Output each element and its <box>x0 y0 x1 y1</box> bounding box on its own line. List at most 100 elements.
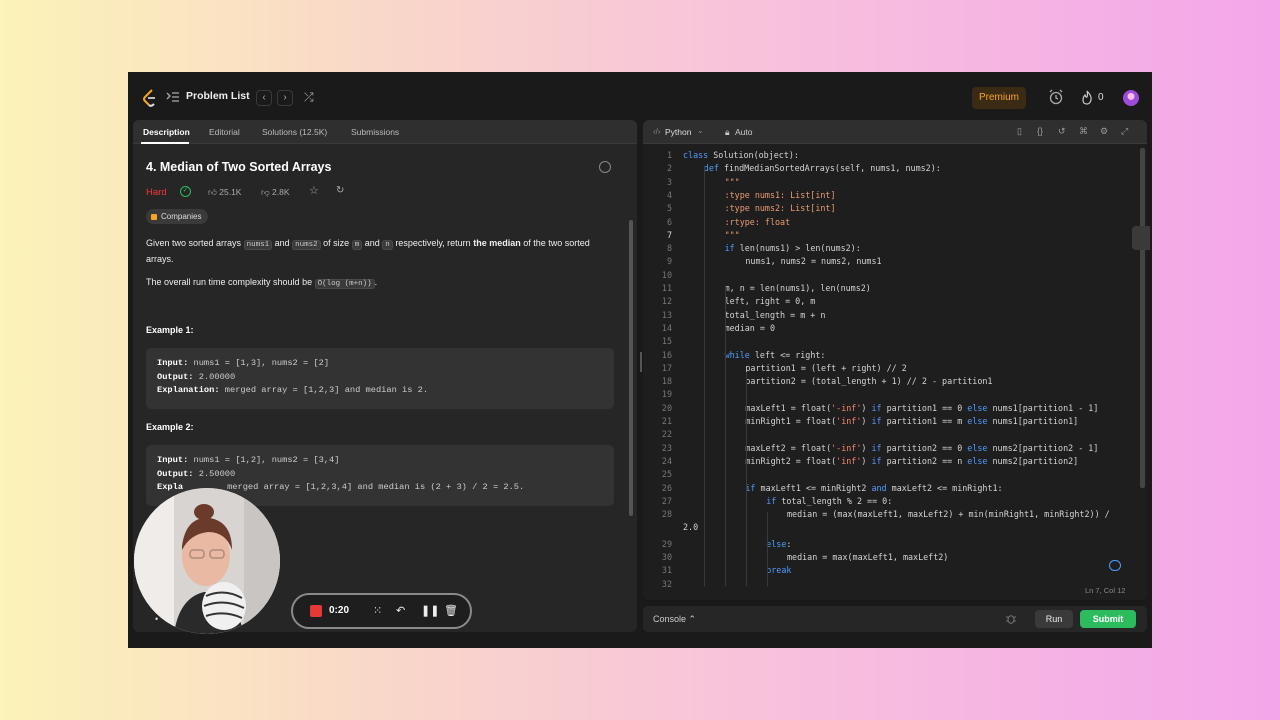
code-line[interactable]: 8 if len(nums1) > len(nums2): <box>643 242 1143 255</box>
console-toggle[interactable]: Console ⌃ <box>653 614 696 625</box>
thumbs-up-icon: 👍︎ <box>208 187 217 197</box>
settings-gear-icon[interactable]: ⚙ <box>1100 126 1108 137</box>
alarm-clock-icon[interactable] <box>1048 89 1064 105</box>
expand-icon[interactable]: ⤢ <box>1121 126 1128 137</box>
shuffle-icon[interactable]: ⤮ <box>304 90 314 105</box>
line-number: 7 <box>666 229 672 240</box>
companies-tag[interactable]: Companies <box>146 209 209 224</box>
shortcuts-icon[interactable]: ⌘ <box>1079 126 1088 137</box>
code-line[interactable]: 7 """ <box>643 229 1143 242</box>
format-braces-icon[interactable]: {} <box>1037 126 1043 136</box>
problem-list-icon[interactable] <box>166 91 180 103</box>
code-line[interactable]: 5:type nums2: List[int] <box>643 202 1143 215</box>
avatar[interactable] <box>1123 90 1139 106</box>
star-icon[interactable]: ☆ <box>309 184 319 197</box>
code-line[interactable]: 23 maxLeft2 = float('-inf') if partition2… <box>643 442 1143 455</box>
tab-editorial[interactable]: Editorial <box>209 127 240 137</box>
streak-count: 0 <box>1098 92 1104 103</box>
line-number: 8 <box>666 243 672 254</box>
language-select[interactable]: Python <box>665 127 691 137</box>
code-text: :rtype: float <box>724 216 791 227</box>
dislike-count: 2.8K <box>272 187 290 197</box>
stop-recording-button[interactable] <box>310 605 322 617</box>
premium-button[interactable]: Premium <box>972 87 1026 109</box>
indent-guide <box>704 166 705 586</box>
line-number: 10 <box>661 269 672 280</box>
desc-text: The overall run time complexity should b… <box>146 277 313 287</box>
debug-bug-icon[interactable] <box>1006 613 1016 624</box>
problem-list-link[interactable]: Problem List <box>186 90 250 102</box>
code-line[interactable]: 20 maxLeft1 = float('-inf') if partition1… <box>643 402 1143 415</box>
next-problem-button[interactable]: › <box>277 90 293 106</box>
code-line[interactable]: 2 def findMedianSortedArrays(self, nums1,… <box>643 162 1143 175</box>
code-line[interactable]: 19 <box>643 388 1143 401</box>
code-line[interactable]: 14 median = 0 <box>643 322 1143 335</box>
example-output: 2.50000 <box>198 468 236 479</box>
code-text: nums1, nums2 = nums2, nums1 <box>745 256 882 267</box>
pause-icon[interactable]: ❚❚ <box>421 604 439 617</box>
code-line[interactable]: 13 total_length = m + n <box>643 309 1143 322</box>
code-text: def findMedianSortedArrays(self, nums1, … <box>703 163 941 174</box>
code-line[interactable]: 2.0 <box>643 521 1143 534</box>
like-button[interactable]: 👍︎ 25.1K <box>208 187 241 198</box>
prev-problem-button[interactable]: ‹ <box>256 90 272 106</box>
chat-icon[interactable] <box>1109 560 1121 571</box>
line-number: 13 <box>661 309 672 320</box>
panel-resize-handle[interactable] <box>640 352 642 372</box>
code-line[interactable]: 11 m, n = len(nums1), len(nums2) <box>643 282 1143 295</box>
chevron-down-icon[interactable]: ⌄ <box>697 126 704 135</box>
share-icon[interactable]: ↻ <box>336 185 344 196</box>
code-line[interactable]: 18 partition2 = (total_length + 1) // 2 -… <box>643 375 1143 388</box>
lock-icon: 🔒︎ <box>725 127 730 137</box>
code-line[interactable]: 29 else: <box>643 538 1143 551</box>
example-explanation: merged array = [1,2,3] and median is 2. <box>224 385 429 395</box>
bookmark-icon[interactable]: ▯ <box>1017 126 1022 137</box>
code-line[interactable]: 27 if total_length % 2 == 0: <box>643 495 1143 508</box>
code-line[interactable]: 4:type nums1: List[int] <box>643 189 1143 202</box>
indent-guide <box>746 372 747 586</box>
line-number: 22 <box>661 429 672 440</box>
auto-mode-toggle[interactable]: Auto <box>735 127 753 137</box>
code-line[interactable]: 12 left, right = 0, m <box>643 295 1143 308</box>
code-line[interactable]: 32 <box>643 578 1143 591</box>
run-button[interactable]: Run <box>1035 610 1073 628</box>
code-line[interactable]: 22 <box>643 428 1143 441</box>
submit-button[interactable]: Submit <box>1080 610 1136 628</box>
code-line[interactable]: 17 partition1 = (left + right) // 2 <box>643 362 1143 375</box>
grid-icon[interactable]: ⁙ <box>373 604 382 617</box>
notes-tab-icon[interactable] <box>1132 226 1150 250</box>
code-line[interactable]: 6:rtype: float <box>643 216 1143 229</box>
undo-icon[interactable]: ↶ <box>396 604 405 617</box>
code-line[interactable]: 3 """ <box>643 176 1143 189</box>
code-line[interactable]: 30 median = max(maxLeft1, maxLeft2) <box>643 551 1143 564</box>
tab-submissions[interactable]: Submissions <box>351 127 399 137</box>
dislike-button[interactable]: 👎︎ 2.8K <box>261 187 290 198</box>
code-line[interactable]: 24 minRight2 = float('inf') if partition2… <box>643 455 1143 468</box>
tab-solutions[interactable]: Solutions (12.5K) <box>262 127 327 137</box>
code-line[interactable]: 26 if maxLeft1 <= minRight2 and maxLeft2 … <box>643 482 1143 495</box>
trash-icon[interactable]: 🗑︎ <box>444 604 458 617</box>
tab-description[interactable]: Description <box>143 127 190 137</box>
code-line[interactable]: 31 break <box>643 564 1143 577</box>
code-line[interactable]: 15 <box>643 335 1143 348</box>
fire-icon[interactable] <box>1081 90 1093 105</box>
code-text: minRight1 = float('inf') if partition1 =… <box>745 416 1079 426</box>
code-line[interactable]: 1 class Solution(object): <box>643 149 1143 162</box>
code-line[interactable]: 16 while left <= right: <box>643 349 1143 362</box>
code-editor[interactable]: 1 class Solution(object): 2 def findMedianS… <box>643 146 1147 589</box>
editor-scrollbar[interactable] <box>1140 148 1145 488</box>
code-line[interactable]: 25 <box>643 468 1143 481</box>
description-scrollbar[interactable] <box>629 220 633 516</box>
code-text: break <box>766 565 792 576</box>
code-line[interactable]: 21 minRight1 = float('inf') if partition1… <box>643 415 1143 428</box>
indent-guide <box>725 286 726 586</box>
code-line[interactable]: 28 median = (max(maxLeft1, maxLeft2) + mi… <box>643 508 1143 521</box>
leetcode-logo-icon[interactable] <box>142 89 158 107</box>
line-number: 9 <box>666 256 672 267</box>
more-options-icon[interactable] <box>599 161 611 173</box>
reset-icon[interactable]: ↺ <box>1058 126 1066 137</box>
code-text: """ <box>724 229 740 240</box>
code-line[interactable]: 10 <box>643 269 1143 282</box>
code-text: median = 0 <box>724 322 776 333</box>
code-line[interactable]: 9 nums1, nums2 = nums2, nums1 <box>643 255 1143 268</box>
